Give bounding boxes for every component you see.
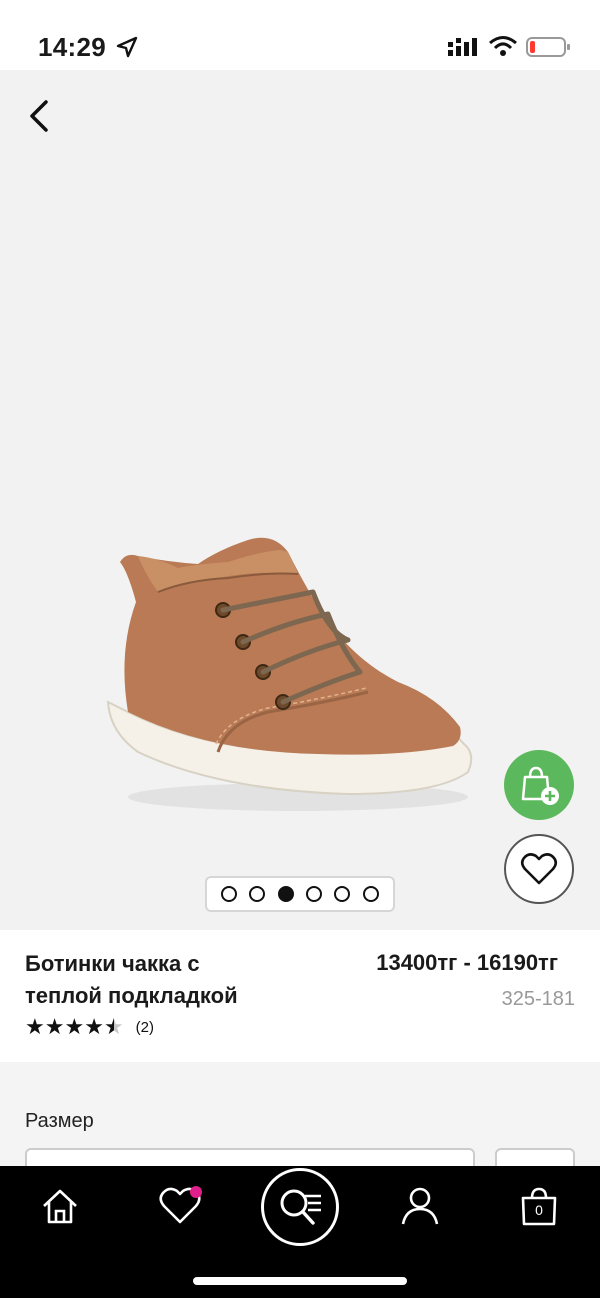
pager-dot[interactable] (334, 886, 351, 902)
wishlist-badge (190, 1186, 202, 1198)
bottom-tab-bar: 0 (0, 1166, 600, 1298)
status-bar: 14:29 (0, 0, 600, 70)
pager-dot[interactable] (249, 886, 266, 902)
product-rating[interactable]: ★ ★ ★ ★ ★ (2) (25, 1016, 154, 1038)
wifi-icon (489, 36, 517, 56)
star-icon: ★ (64, 1014, 85, 1039)
half-star-icon: ★ (103, 1014, 124, 1039)
review-count: (2) (135, 1018, 155, 1036)
product-price: 13400тг - 16190тг (376, 950, 558, 975)
size-section: Размер (0, 1062, 600, 1188)
product-title: Ботинки чакка с теплой подкладкой (25, 951, 238, 1008)
battery-low-icon (526, 37, 570, 57)
cellular-signal-icon (448, 38, 477, 56)
home-icon[interactable] (40, 1186, 80, 1226)
pager-dot[interactable] (362, 886, 379, 902)
bag-count: 0 (535, 1202, 543, 1218)
pager-dot-active[interactable] (277, 886, 294, 902)
search-button[interactable] (261, 1168, 339, 1246)
bag-plus-icon (521, 766, 559, 805)
rating-stars: ★ ★ ★ ★ ★ (25, 1016, 124, 1038)
pager-dot[interactable] (221, 886, 238, 902)
product-gallery[interactable] (0, 70, 600, 930)
heart-icon (520, 853, 558, 885)
wishlist-button[interactable] (504, 834, 574, 904)
location-arrow-icon (116, 36, 138, 58)
product-image (106, 537, 473, 811)
star-icon: ★ (25, 1014, 45, 1039)
star-icon: ★ (84, 1014, 104, 1039)
add-to-bag-button[interactable] (504, 750, 574, 820)
account-icon[interactable] (400, 1186, 440, 1226)
gallery-pager (205, 876, 395, 912)
pager-dot[interactable] (306, 886, 323, 902)
back-arrow-icon[interactable] (22, 96, 58, 136)
star-icon: ★ (44, 1014, 65, 1039)
product-sku: 325-181 (501, 988, 575, 1010)
home-indicator (193, 1277, 407, 1285)
status-time: 14:29 (38, 32, 106, 62)
search-icon (280, 1189, 321, 1225)
product-info: Ботинки чакка с теплой подкладкой 13400т… (0, 930, 600, 1062)
size-label: Размер (25, 1110, 94, 1132)
